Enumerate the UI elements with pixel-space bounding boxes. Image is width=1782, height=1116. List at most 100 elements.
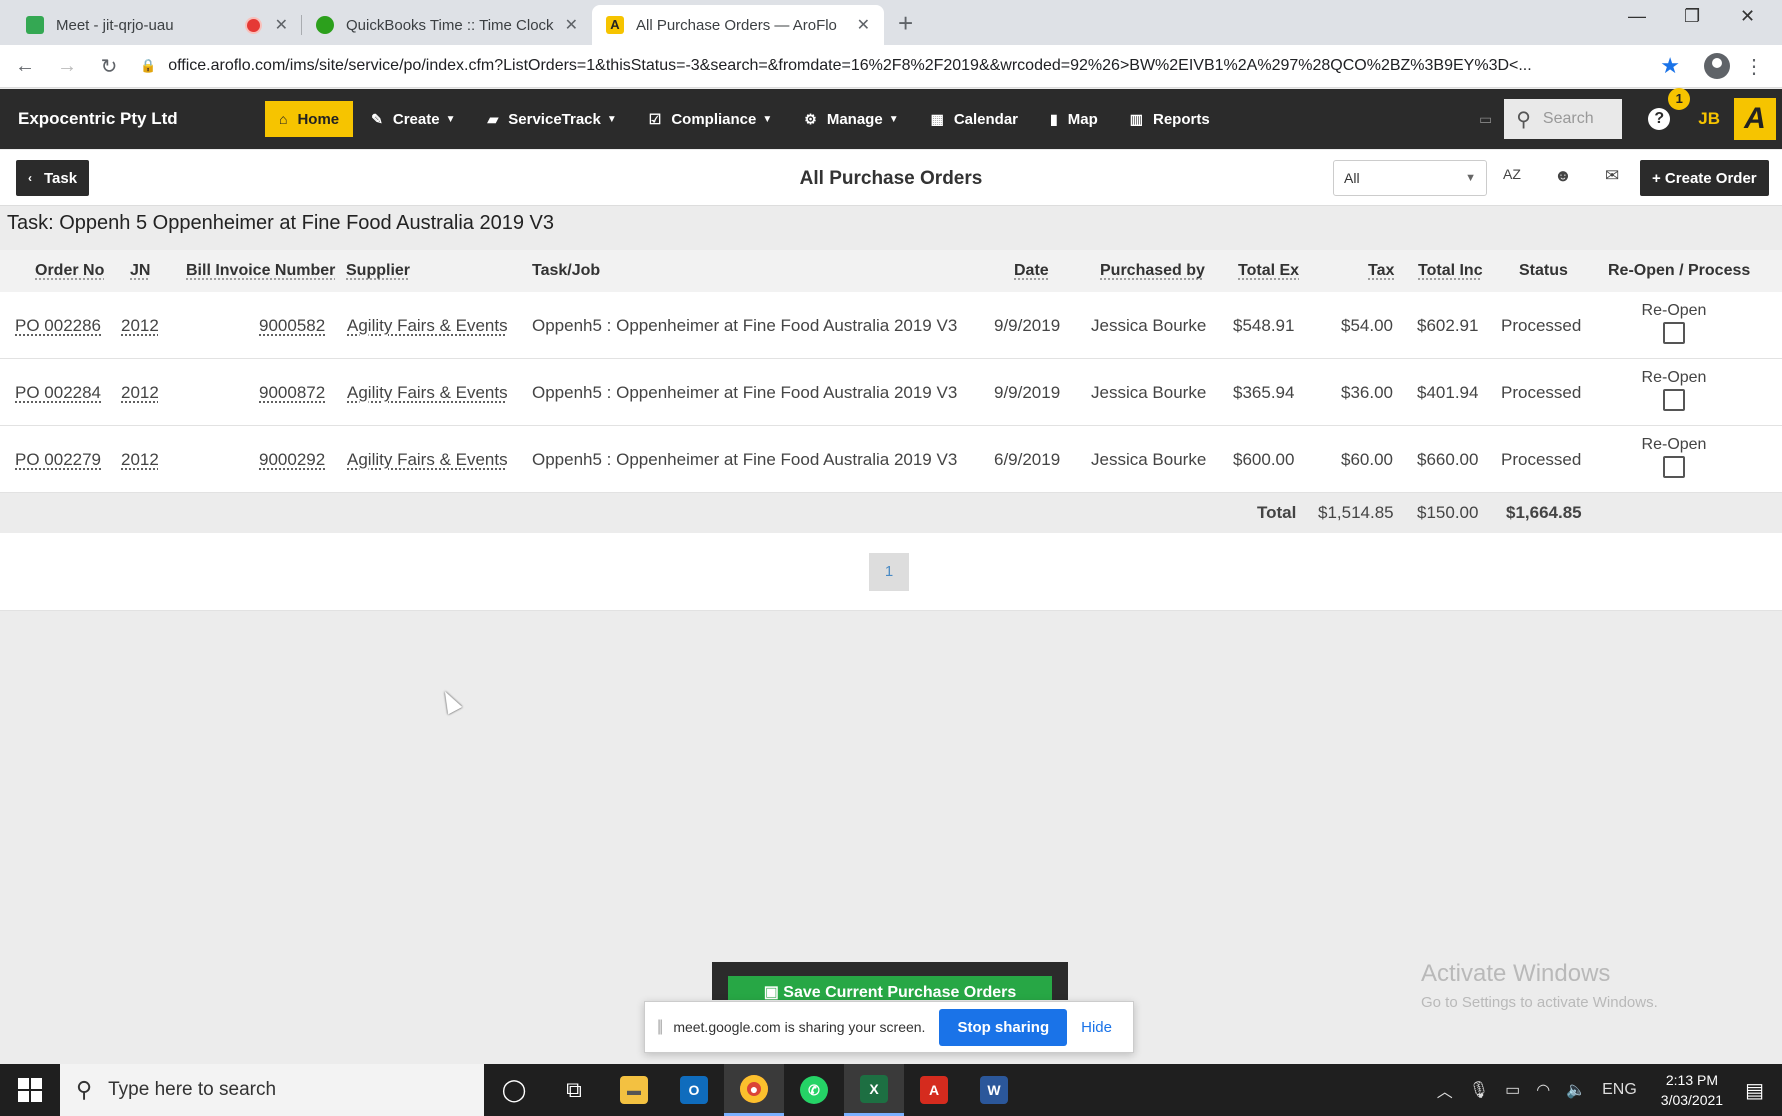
header-jn[interactable]: JN <box>130 262 150 280</box>
header-order-no[interactable]: Order No <box>35 262 104 280</box>
table-header: Order No JN Bill Invoice Number Supplier… <box>0 250 1782 292</box>
jn-link[interactable]: 2012 <box>121 450 159 470</box>
nav-servicetrack[interactable]: ▰ ServiceTrack ▼ <box>474 101 631 137</box>
jn-link[interactable]: 2012 <box>121 316 159 336</box>
url-field[interactable]: 🔒 office.aroflo.com/ims/site/service/po/… <box>140 49 1650 83</box>
header-total-ex[interactable]: Total Ex <box>1238 262 1299 280</box>
total-inc-cell: $401.94 <box>1417 383 1479 402</box>
volume-icon[interactable]: 🔈 <box>1566 1080 1586 1100</box>
notification-badge[interactable]: 1 <box>1668 88 1691 110</box>
close-tab-icon[interactable]: ✕ <box>565 15 578 35</box>
close-window-icon[interactable]: ✕ <box>1740 6 1755 27</box>
nav-manage[interactable]: ⚙ Manage ▼ <box>790 101 912 137</box>
bill-invoice-link[interactable]: 9000292 <box>259 450 325 470</box>
file-explorer-icon[interactable]: ▬ <box>604 1064 664 1116</box>
table-row: PO 002286 2012 9000582 Agility Fairs & E… <box>0 292 1782 359</box>
status-filter-select[interactable]: All ▼ <box>1333 160 1487 196</box>
header-supplier[interactable]: Supplier <box>346 262 410 280</box>
order-no-link[interactable]: PO 002286 <box>15 316 101 336</box>
bookmark-star-icon[interactable]: ★ <box>1660 53 1680 79</box>
browser-tab-bar: Meet - jit-qrjo-uau ✕ QuickBooks Time ::… <box>0 0 1782 45</box>
drag-handle-icon[interactable]: || <box>657 1018 663 1036</box>
browser-menu-icon[interactable]: ⋮ <box>1744 54 1764 79</box>
reopen-checkbox[interactable] <box>1663 389 1685 411</box>
stop-sharing-button[interactable]: Stop sharing <box>939 1008 1068 1046</box>
new-tab-button[interactable]: + <box>898 8 913 39</box>
outlook-icon[interactable]: O <box>664 1064 724 1116</box>
header-tax[interactable]: Tax <box>1368 262 1394 280</box>
bill-invoice-link[interactable]: 9000582 <box>259 316 325 336</box>
order-no-link[interactable]: PO 002284 <box>15 383 101 403</box>
task-view-icon[interactable]: ⧉ <box>544 1064 604 1116</box>
group-icon[interactable]: ☻ <box>1554 166 1572 186</box>
sort-az-icon[interactable]: AZ <box>1503 166 1521 182</box>
jn-link[interactable]: 2012 <box>121 383 159 403</box>
supplier-link[interactable]: Agility Fairs & Events <box>347 383 508 403</box>
header-total-inc[interactable]: Total Inc <box>1418 262 1483 280</box>
quickbooks-favicon-icon <box>316 16 334 34</box>
reopen-checkbox[interactable] <box>1663 456 1685 478</box>
purchased-by-cell: Jessica Bourke <box>1091 383 1207 402</box>
whatsapp-icon[interactable]: ✆ <box>784 1064 844 1116</box>
nav-calendar[interactable]: ▦ Calendar <box>917 101 1032 137</box>
chevron-up-icon[interactable]: ︿ <box>1437 1078 1453 1102</box>
reopen-checkbox[interactable] <box>1663 322 1685 344</box>
nav-reports[interactable]: ▥ Reports <box>1116 101 1224 137</box>
save-bar: ▣ Save Current Purchase Orders <box>712 962 1068 1000</box>
close-tab-icon[interactable]: ✕ <box>275 15 288 35</box>
email-icon[interactable]: ✉ <box>1605 166 1619 186</box>
save-purchase-orders-button[interactable]: ▣ Save Current Purchase Orders <box>728 976 1052 1000</box>
address-bar: ← → ↻ 🔒 office.aroflo.com/ims/site/servi… <box>0 45 1782 88</box>
restore-icon[interactable]: ❐ <box>1684 6 1700 27</box>
header-purchased-by[interactable]: Purchased by <box>1100 262 1205 280</box>
purchased-by-cell: Jessica Bourke <box>1091 316 1207 335</box>
header-date[interactable]: Date <box>1014 262 1049 280</box>
back-arrow-icon[interactable]: ← <box>8 55 42 78</box>
order-no-link[interactable]: PO 002279 <box>15 450 101 470</box>
nav-create[interactable]: ✎ Create ▼ <box>357 101 469 137</box>
excel-icon[interactable]: X <box>844 1064 904 1116</box>
taskbar-search-placeholder: Type here to search <box>108 1079 277 1100</box>
windows-start-icon[interactable] <box>0 1064 60 1116</box>
create-order-button[interactable]: + Create Order <box>1640 160 1769 196</box>
wifi-icon[interactable]: ◠ <box>1536 1080 1550 1100</box>
microphone-icon[interactable]: 🎙 <box>1469 1080 1489 1100</box>
date-cell: 6/9/2019 <box>994 450 1061 469</box>
help-icon[interactable]: ? 1 <box>1648 88 1691 130</box>
supplier-link[interactable]: Agility Fairs & Events <box>347 316 508 336</box>
chevron-down-icon: ▼ <box>445 113 456 125</box>
minimize-icon[interactable]: — <box>1628 6 1646 27</box>
back-to-task-button[interactable]: ‹ Task <box>16 160 90 196</box>
sharing-message: meet.google.com is sharing your screen. <box>673 1019 926 1035</box>
word-icon[interactable]: W <box>964 1064 1024 1116</box>
taskbar-search-input[interactable]: ⚲ Type here to search <box>60 1064 484 1116</box>
battery-icon[interactable]: ▭ <box>1505 1080 1520 1100</box>
header-bill-invoice[interactable]: Bill Invoice Number <box>186 262 335 280</box>
reload-icon[interactable]: ↻ <box>92 54 126 79</box>
cortana-icon[interactable]: ◯ <box>484 1064 544 1116</box>
gear-icon: ⚙ <box>804 110 817 127</box>
tab-aroflo[interactable]: A All Purchase Orders — AroFlo ✕ <box>592 5 884 45</box>
supplier-link[interactable]: Agility Fairs & Events <box>347 450 508 470</box>
header-status: Status <box>1519 262 1568 279</box>
nav-home[interactable]: ⌂ Home <box>265 101 354 137</box>
clock[interactable]: 2:13 PM 3/03/2021 <box>1661 1070 1723 1110</box>
close-tab-icon[interactable]: ✕ <box>857 15 870 35</box>
home-icon: ⌂ <box>279 111 288 127</box>
hide-button[interactable]: Hide <box>1081 1019 1112 1036</box>
language-indicator[interactable]: ENG <box>1602 1081 1637 1099</box>
chrome-icon[interactable]: ● <box>724 1064 784 1116</box>
page-button[interactable]: 1 <box>869 553 909 591</box>
acrobat-icon[interactable]: A <box>904 1064 964 1116</box>
bill-invoice-link[interactable]: 9000872 <box>259 383 325 403</box>
nav-map[interactable]: ▮ Map <box>1036 101 1112 137</box>
nav-compliance[interactable]: ☑ Compliance ▼ <box>635 101 787 137</box>
tab-meet[interactable]: Meet - jit-qrjo-uau ✕ <box>12 5 302 45</box>
action-center-icon[interactable]: ▤ <box>1745 1078 1764 1103</box>
header-search-input[interactable]: ⚲ Search <box>1504 99 1623 139</box>
profile-icon[interactable] <box>1704 53 1730 79</box>
user-initials[interactable]: JB <box>1698 109 1720 129</box>
forward-arrow-icon[interactable]: → <box>50 55 84 78</box>
tab-quickbooks[interactable]: QuickBooks Time :: Time Clock ✕ <box>302 5 592 45</box>
cast-icon[interactable]: ▭ <box>1479 111 1492 128</box>
